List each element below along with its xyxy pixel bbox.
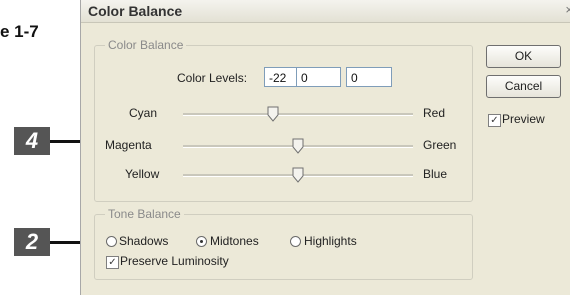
color-balance-dialog: Color Balance × Color Balance Color Leve… [80,0,570,295]
highlights-label[interactable]: Highlights [304,234,357,248]
color-level-yellow-blue-input[interactable]: 0 [346,67,392,87]
dialog-title: Color Balance [88,3,183,19]
slider-left-label-magenta: Magenta [105,138,152,152]
midtones-radio[interactable] [196,236,207,247]
color-balance-legend: Color Balance [105,38,187,52]
preserve-luminosity-checkbox[interactable]: ✓ [106,256,119,269]
callout-2: 2 [14,228,50,256]
color-level-magenta-green-input[interactable]: 0 [296,67,341,87]
slider-thumb-cyan-red[interactable] [267,106,279,122]
midtones-radio-dot [200,240,203,243]
slider-left-label-yellow: Yellow [125,167,160,181]
slider-right-label-blue: Blue [423,167,448,181]
slider-right-label-green: Green [423,138,457,152]
cancel-button[interactable]: Cancel [486,75,561,98]
slider-thumb-magenta-green[interactable] [292,138,304,154]
dialog-titlebar[interactable]: Color Balance × [81,0,570,23]
slider-right-label-red: Red [423,106,446,120]
preserve-luminosity-label[interactable]: Preserve Luminosity [120,254,229,268]
figure-label: e 1-7 [0,22,39,41]
midtones-label[interactable]: Midtones [210,234,259,248]
color-levels-label: Color Levels: [177,71,248,85]
preview-label[interactable]: Preview [502,112,545,126]
preview-checkbox[interactable]: ✓ [488,114,501,127]
close-icon[interactable]: × [565,2,570,17]
slider-track-cyan-red[interactable] [183,113,413,116]
shadows-radio[interactable] [106,236,117,247]
callout-4: 4 [14,127,50,155]
slider-left-label-cyan: Cyan [129,106,158,120]
slider-thumb-yellow-blue[interactable] [292,167,304,183]
tone-balance-legend: Tone Balance [105,207,184,221]
shadows-label[interactable]: Shadows [119,234,168,248]
ok-button[interactable]: OK [486,45,561,68]
highlights-radio[interactable] [290,236,301,247]
